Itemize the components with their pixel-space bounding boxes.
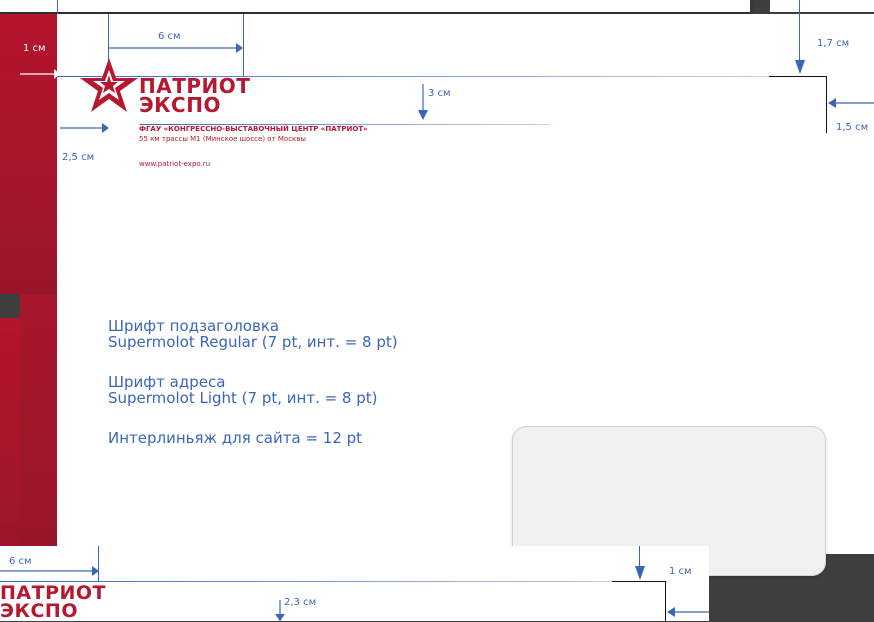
brand-line2: ЭКСПО [139, 93, 221, 117]
crop-corner-top-right [769, 76, 827, 133]
dim-1-7cm: 1,7 см [817, 38, 850, 49]
arrow-right-icon [108, 43, 243, 53]
dim-1-5cm: 1,5 см [836, 122, 869, 133]
org-name: ФГАУ «КОНГРЕССНО-ВЫСТАВОЧНЫЙ ЦЕНТР «ПАТР… [139, 125, 368, 133]
address-font-label: Шрифт адреса [108, 373, 226, 391]
star-icon [80, 58, 138, 112]
arrow-right-icon [60, 123, 109, 133]
back-sheet-red-edge [0, 318, 20, 558]
org-address: 55 км трассы М1 (Минское шоссе) от Москв… [139, 135, 306, 143]
arrow-left-icon [667, 607, 709, 617]
letterhead-red-edge [0, 14, 57, 294]
org-website: www.patriot-expo.ru [139, 160, 211, 168]
back-sheet [0, 0, 750, 12]
arrow-down-icon [635, 566, 645, 580]
dim-2-3cm: 2,3 см [284, 597, 317, 608]
bottom-sheet [0, 546, 709, 621]
site-leading: Интерлиньяж для сайта = 12 pt [108, 429, 363, 447]
address-font-value: Supermolot Light (7 pt, инт. = 8 pt) [108, 389, 378, 407]
back-sheet-right [770, 0, 874, 12]
arrow-left-icon [828, 98, 874, 108]
dim-3cm: 3 см [428, 88, 451, 99]
dim-1cm-left: 1 см [23, 43, 46, 54]
arrow-right-icon [20, 69, 60, 79]
subtitle-font-label: Шрифт подзаголовка [108, 317, 280, 335]
dim-2-5cm: 2,5 см [62, 152, 95, 163]
dim-6cm-top: 6 см [158, 31, 181, 42]
dim-1cm-bottom: 1 см [669, 566, 692, 577]
arrow-right-icon [0, 566, 99, 576]
crop-corner-bottom-right [612, 581, 666, 622]
brand-line2-bottom: ЭКСПО [0, 600, 78, 622]
arrow-down-icon [795, 60, 805, 74]
subtitle-font-value: Supermolot Regular (7 pt, инт. = 8 pt) [108, 333, 398, 351]
guide-vertical-top [57, 0, 58, 14]
